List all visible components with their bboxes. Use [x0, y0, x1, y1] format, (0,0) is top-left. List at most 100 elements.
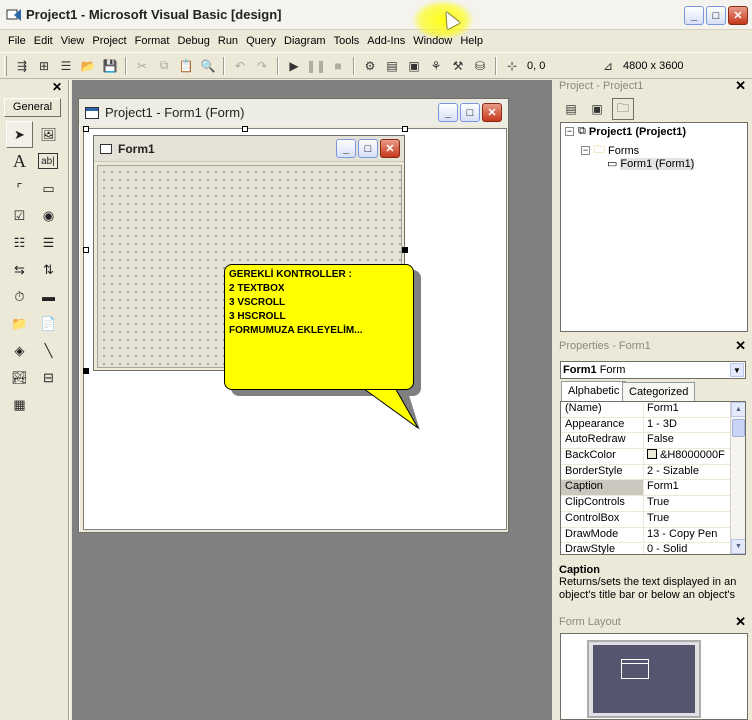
toolbar-grip[interactable]	[4, 55, 7, 76]
tree-node-form1-label: Form1 (Form1)	[620, 157, 695, 170]
property-name: Caption	[561, 480, 644, 496]
view-code-icon[interactable]: ▤	[560, 98, 582, 120]
scroll-thumb[interactable]	[732, 419, 745, 437]
menu-run[interactable]: Run	[214, 35, 242, 47]
line-tool-icon[interactable]: ╲	[35, 337, 62, 364]
menu-add-ins[interactable]: Add-Ins	[363, 35, 409, 47]
menu-project[interactable]: Project	[88, 35, 130, 47]
project-explorer-icon[interactable]: ⚙	[359, 55, 381, 77]
properties-scrollbar[interactable]: ▲ ▼	[730, 402, 745, 554]
listbox-tool-icon[interactable]: ☰	[35, 229, 62, 256]
commandbutton-tool-icon[interactable]: ▭	[35, 175, 62, 202]
property-row-selected[interactable]: Caption Form1	[561, 480, 745, 497]
toolbox-tab-general[interactable]: General	[4, 98, 61, 117]
combobox-tool-icon[interactable]: ☷	[6, 229, 33, 256]
collapse-icon[interactable]: −	[565, 127, 574, 136]
chevron-down-icon[interactable]: ▼	[730, 363, 744, 377]
toolbox-icon[interactable]: ⚒	[447, 55, 469, 77]
end-icon[interactable]: ■	[327, 55, 349, 77]
tree-node-project[interactable]: − ⧉ Project1 (Project1)	[565, 125, 686, 138]
right-dock: Project - Project1 ✕ ▤ ▣ 🗀 − ⧉ Project1 …	[556, 78, 752, 720]
project-explorer-close-button[interactable]: ✕	[735, 78, 746, 94]
data-tool-icon[interactable]: ⊟	[35, 364, 62, 391]
designer-maximize-button[interactable]: □	[460, 103, 480, 122]
data-view-icon[interactable]: ⛁	[469, 55, 491, 77]
designer-minimize-button[interactable]: _	[438, 103, 458, 122]
menu-edit[interactable]: Edit	[30, 35, 57, 47]
property-row[interactable]: Appearance 1 - 3D	[561, 417, 745, 434]
drivelistbox-tool-icon[interactable]: ▬	[35, 283, 62, 310]
properties-close-button[interactable]: ✕	[735, 338, 746, 354]
cut-icon[interactable]: ✂	[131, 55, 153, 77]
timer-tool-icon[interactable]: ⏱	[6, 283, 33, 310]
close-button[interactable]: ✕	[728, 6, 748, 25]
object-browser-icon[interactable]: ⚘	[425, 55, 447, 77]
form-designer-title: Project1 - Form1 (Form)	[105, 105, 245, 120]
add-form-icon[interactable]: ⊞	[33, 55, 55, 77]
start-icon[interactable]: ▶	[283, 55, 305, 77]
menu-diagram[interactable]: Diagram	[280, 35, 330, 47]
tab-categorized[interactable]: Categorized	[622, 382, 696, 402]
menu-format[interactable]: Format	[131, 35, 174, 47]
checkbox-tool-icon[interactable]: ☑	[6, 202, 33, 229]
dirlistbox-tool-icon[interactable]: 📁	[6, 310, 33, 337]
menu-query[interactable]: Query	[242, 35, 280, 47]
ole-tool-icon[interactable]: ▦	[6, 391, 33, 418]
property-row[interactable]: DrawStyle 0 - Solid	[561, 543, 745, 554]
optionbutton-tool-icon[interactable]: ◉	[35, 202, 62, 229]
collapse-icon[interactable]: −	[581, 146, 590, 155]
property-row[interactable]: BackColor &H8000000F	[561, 449, 745, 465]
menu-file[interactable]: File	[4, 35, 30, 47]
property-row[interactable]: AutoRedraw False	[561, 433, 745, 450]
form-position-preview[interactable]	[621, 659, 649, 679]
textbox-tool-icon[interactable]: ab|	[38, 153, 58, 169]
menu-window[interactable]: Window	[409, 35, 456, 47]
label-tool-icon[interactable]: A	[6, 148, 33, 175]
find-icon[interactable]: 🔍	[197, 55, 219, 77]
undo-icon[interactable]: ↶	[229, 55, 251, 77]
designer-close-button[interactable]: ✕	[482, 103, 502, 122]
tab-alphabetic[interactable]: Alphabetic	[561, 381, 627, 401]
menu-debug[interactable]: Debug	[173, 35, 213, 47]
toolbox-close-button[interactable]: ✕	[52, 80, 62, 94]
maximize-button[interactable]: □	[706, 6, 726, 25]
property-row[interactable]: ControlBox True	[561, 511, 745, 528]
pointer-tool-icon[interactable]: ➤	[6, 121, 33, 148]
scroll-down-icon[interactable]: ▼	[731, 539, 745, 554]
form-layout-icon[interactable]: ▣	[403, 55, 425, 77]
resize-handle[interactable]	[83, 368, 89, 374]
hscrollbar-tool-icon[interactable]: ⇆	[6, 256, 33, 283]
picturebox-tool-icon[interactable]: 🖼	[35, 121, 62, 148]
filelistbox-tool-icon[interactable]: 📄	[35, 310, 62, 337]
menu-help[interactable]: Help	[456, 35, 487, 47]
menu-tools[interactable]: Tools	[330, 35, 364, 47]
toggle-folders-icon[interactable]: 🗀	[612, 98, 634, 120]
callout-line: 3 VSCROLL	[229, 297, 286, 308]
property-row[interactable]: (Name) Form1	[561, 402, 745, 418]
menu-editor-icon[interactable]: ☰	[55, 55, 77, 77]
minimize-button[interactable]: _	[684, 6, 704, 25]
break-icon[interactable]: ❚❚	[305, 55, 327, 77]
object-selector[interactable]: Form1 Form ▼	[560, 361, 746, 379]
copy-icon[interactable]: ⧉	[153, 55, 175, 77]
image-tool-icon[interactable]: 🏞	[6, 364, 33, 391]
toolbar-separator	[495, 56, 497, 75]
property-row[interactable]: BorderStyle 2 - Sizable	[561, 464, 745, 481]
scroll-up-icon[interactable]: ▲	[731, 402, 745, 417]
form-layout-close-button[interactable]: ✕	[735, 614, 746, 630]
view-object-icon[interactable]: ▣	[586, 98, 608, 120]
save-project-icon[interactable]: 💾	[99, 55, 121, 77]
open-project-icon[interactable]: 📂	[77, 55, 99, 77]
shape-tool-icon[interactable]: ◈	[6, 337, 33, 364]
properties-window-icon[interactable]: ▤	[381, 55, 403, 77]
vscrollbar-tool-icon[interactable]: ⇅	[35, 256, 62, 283]
frame-tool-icon[interactable]: ⌜	[6, 175, 33, 202]
redo-icon[interactable]: ↷	[251, 55, 273, 77]
property-row[interactable]: DrawMode 13 - Copy Pen	[561, 527, 745, 544]
tree-node-form1[interactable]: ▭ Form1 (Form1)	[607, 157, 695, 170]
menu-view[interactable]: View	[57, 35, 89, 47]
property-row[interactable]: ClipControls True	[561, 496, 745, 512]
paste-icon[interactable]: 📋	[175, 55, 197, 77]
resize-handle[interactable]	[402, 247, 408, 253]
add-project-icon[interactable]: ⇶	[11, 55, 33, 77]
